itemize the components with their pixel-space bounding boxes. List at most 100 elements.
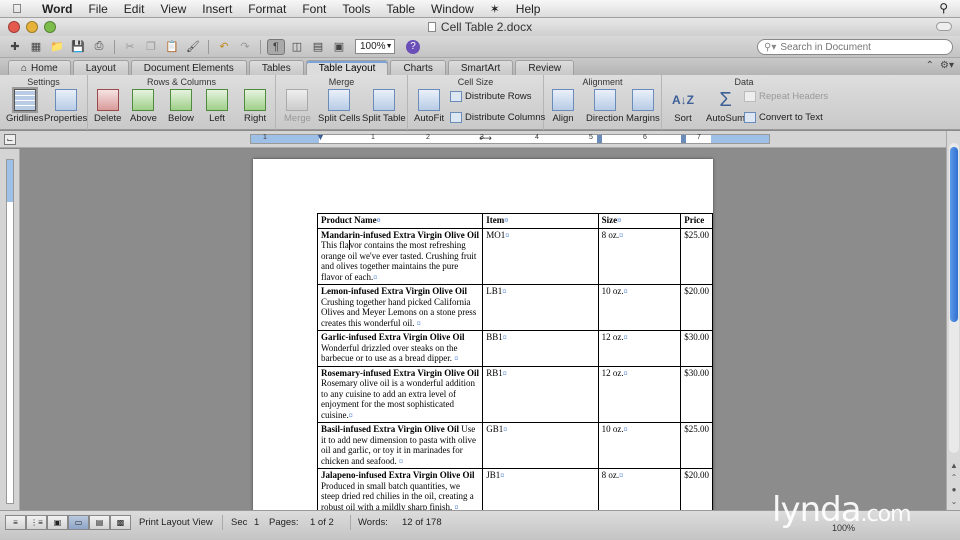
table-cell[interactable]: JB1¤ xyxy=(482,468,599,510)
table-cell[interactable]: $20.00 xyxy=(680,468,713,510)
menu-edit[interactable]: Edit xyxy=(116,2,153,16)
table-cell[interactable]: RB1¤ xyxy=(482,365,599,423)
gridlines-button[interactable]: Gridlines xyxy=(6,89,44,124)
column-marker-icon[interactable]: ⟷ xyxy=(479,133,492,144)
autofit-button[interactable]: AutoFit xyxy=(414,89,444,124)
delete-button[interactable]: Delete xyxy=(94,89,121,124)
repeat-headers-button[interactable]: Repeat Headers xyxy=(744,91,828,102)
zoom-select[interactable]: 100% ▼ xyxy=(355,39,395,54)
menu-table[interactable]: Table xyxy=(378,2,423,16)
toolbox-icon[interactable]: ▣ xyxy=(330,39,348,55)
templates-icon[interactable]: ▦ xyxy=(27,39,45,55)
tab-charts[interactable]: Charts xyxy=(390,60,446,75)
table-cell[interactable]: $25.00 xyxy=(680,227,713,285)
menu-font[interactable]: Font xyxy=(294,2,334,16)
new-document-icon[interactable]: ✚ xyxy=(6,39,24,55)
table-header-cell[interactable]: Product Name¤ xyxy=(316,213,484,229)
table-cell[interactable]: 10 oz.¤ xyxy=(597,422,682,469)
table-cell[interactable]: Jalapeno-infused Extra Virgin Olive Oil … xyxy=(316,468,484,510)
table-cell[interactable]: MO1¤ xyxy=(482,227,599,285)
undo-icon[interactable]: ↶ xyxy=(215,39,233,55)
sort-button[interactable]: A↓Z Sort xyxy=(672,89,694,124)
menu-app-word[interactable]: Word xyxy=(34,2,80,16)
tab-stop-selector-icon[interactable]: ⌙ xyxy=(4,134,16,145)
menu-window[interactable]: Window xyxy=(423,2,482,16)
scroll-up-icon[interactable]: ▲ xyxy=(949,461,959,471)
table-cell[interactable]: Basil-infused Extra Virgin Olive Oil Use… xyxy=(316,422,484,469)
distribute-rows-button[interactable]: Distribute Rows xyxy=(450,91,532,102)
document-page[interactable]: Product Name¤ Item¤ Size¤ Price Mandarin… xyxy=(253,159,713,510)
vertical-scrollbar[interactable]: ▲ ⌃ ● ⌄ xyxy=(946,131,960,510)
tab-document-elements[interactable]: Document Elements xyxy=(130,60,247,75)
table-cell[interactable]: Lemon-infused Extra Virgin Olive Oil Cru… xyxy=(316,284,484,331)
table-cell[interactable]: 12 oz.¤ xyxy=(597,330,682,367)
spotlight-search-icon[interactable]: ⚲ xyxy=(939,1,948,15)
table-cell[interactable]: $25.00 xyxy=(680,422,713,469)
tab-review[interactable]: Review xyxy=(515,60,575,75)
search-field[interactable]: ⚲▾ xyxy=(757,39,953,55)
align-button[interactable]: Align xyxy=(552,89,574,124)
indent-marker-icon[interactable]: ▼ xyxy=(316,132,325,142)
zoom-window-icon[interactable] xyxy=(44,21,56,33)
table-cell[interactable]: Rosemary-infused Extra Virgin Olive Oil … xyxy=(316,365,484,423)
scrollbar-thumb[interactable] xyxy=(950,147,958,322)
convert-to-text-button[interactable]: Convert to Text xyxy=(744,112,823,123)
gallery-icon[interactable]: ▤ xyxy=(309,39,327,55)
print-layout-view-icon[interactable]: ▭ xyxy=(68,515,89,530)
help-icon[interactable]: ? xyxy=(406,39,420,54)
menu-file[interactable]: File xyxy=(80,2,115,16)
publishing-view-icon[interactable]: ▣ xyxy=(47,515,68,530)
format-painter-icon[interactable]: 🖌 xyxy=(184,39,202,55)
table-cell[interactable]: $30.00 xyxy=(680,365,713,423)
properties-button[interactable]: Properties xyxy=(44,89,87,124)
table-cell[interactable]: GB1¤ xyxy=(482,422,599,469)
column-marker-icon[interactable] xyxy=(597,135,602,143)
vertical-ruler[interactable] xyxy=(0,149,20,510)
split-cells-button[interactable]: Split Cells xyxy=(318,89,360,124)
table-header-cell[interactable]: Item¤ xyxy=(482,213,599,229)
insert-left-button[interactable]: Left xyxy=(206,89,228,124)
open-icon[interactable]: 📁 xyxy=(48,39,66,55)
previous-page-icon[interactable]: ⌃ xyxy=(949,473,959,483)
redo-icon[interactable]: ↷ xyxy=(236,39,254,55)
table-cell[interactable]: 10 oz.¤ xyxy=(597,284,682,331)
cut-icon[interactable]: ✂ xyxy=(121,39,139,55)
close-window-icon[interactable] xyxy=(8,21,20,33)
collapse-ribbon-icon[interactable]: ⌃ xyxy=(926,60,934,71)
table-cell[interactable]: LB1¤ xyxy=(482,284,599,331)
save-icon[interactable]: 💾 xyxy=(69,39,87,55)
draft-view-icon[interactable]: ≡ xyxy=(5,515,26,530)
notebook-view-icon[interactable]: ▤ xyxy=(89,515,110,530)
tab-layout[interactable]: Layout xyxy=(72,60,129,75)
menu-format[interactable]: Format xyxy=(240,2,294,16)
next-page-icon[interactable]: ⌄ xyxy=(949,497,959,507)
paste-icon[interactable]: 📋 xyxy=(163,39,181,55)
product-table[interactable]: Product Name¤ Item¤ Size¤ Price Mandarin… xyxy=(316,213,713,510)
table-cell[interactable]: $30.00 xyxy=(680,330,713,367)
table-cell[interactable]: $20.00 xyxy=(680,284,713,331)
browse-object-icon[interactable]: ● xyxy=(949,485,959,495)
menu-help[interactable]: Help xyxy=(508,2,549,16)
tab-home[interactable]: ⌂ Home xyxy=(8,60,71,75)
gear-icon[interactable]: ⚙▾ xyxy=(940,60,954,71)
direction-button[interactable]: Direction xyxy=(586,89,624,124)
show-formatting-icon[interactable]: ¶ xyxy=(267,38,285,55)
print-icon[interactable]: ⎙ xyxy=(90,39,108,55)
table-cell[interactable]: Garlic-infused Extra Virgin Olive Oil Wo… xyxy=(316,330,484,367)
horizontal-ruler[interactable]: 1 1 2 3 4 5 6 7 ▼ ⟷ xyxy=(250,132,770,144)
column-marker-icon[interactable] xyxy=(681,135,686,143)
outline-view-icon[interactable]: ⋮≡ xyxy=(26,515,47,530)
margins-button[interactable]: Margins xyxy=(626,89,660,124)
tab-smartart[interactable]: SmartArt xyxy=(447,60,514,75)
table-header-cell[interactable]: Price xyxy=(680,213,713,229)
document-canvas[interactable]: Product Name¤ Item¤ Size¤ Price Mandarin… xyxy=(20,149,946,510)
minimize-window-icon[interactable] xyxy=(26,21,38,33)
table-cell[interactable]: 8 oz.¤ xyxy=(597,227,682,285)
autosum-button[interactable]: Σ AutoSum xyxy=(706,89,745,124)
merge-button[interactable]: Merge xyxy=(284,89,311,124)
sidebar-icon[interactable]: ◫ xyxy=(288,39,306,55)
insert-right-button[interactable]: Right xyxy=(244,89,266,124)
toolbar-toggle-button[interactable] xyxy=(936,22,952,31)
script-menu-icon[interactable]: ✶ xyxy=(482,2,508,16)
table-header-cell[interactable]: Size¤ xyxy=(597,213,682,229)
